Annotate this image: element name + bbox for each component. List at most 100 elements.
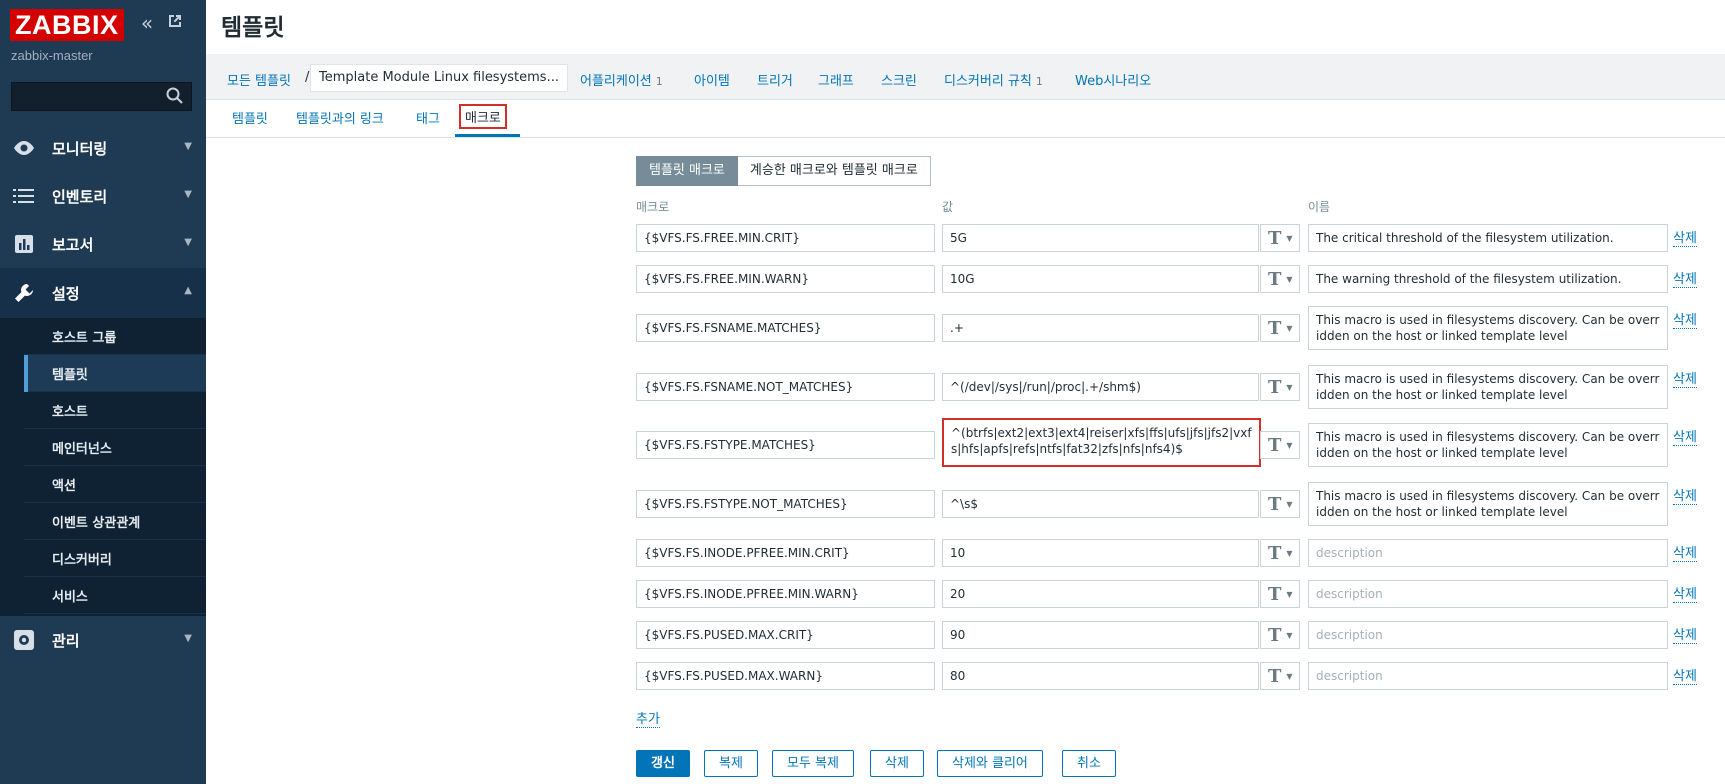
search-icon[interactable] <box>165 86 187 108</box>
remove-macro-link[interactable]: 삭제 <box>1673 542 1697 562</box>
value-type-dropdown[interactable]: T ▼ <box>1260 265 1300 293</box>
macro-description-input[interactable]: description <box>1308 539 1668 567</box>
macro-description-input[interactable]: description <box>1308 662 1668 690</box>
value-type-dropdown[interactable]: T ▼ <box>1260 580 1300 608</box>
macro-value-input[interactable]: 5G <box>942 224 1259 252</box>
chevron-down-icon: ▼ <box>184 633 192 644</box>
macro-name-input[interactable]: {$VFS.FS.FREE.MIN.WARN} <box>636 265 935 293</box>
macro-value-input[interactable]: 80 <box>942 662 1259 690</box>
nav-monitoring[interactable]: 모니터링 ▼ <box>0 124 206 172</box>
nav-reports[interactable]: 보고서 ▼ <box>0 220 206 268</box>
link-screens[interactable]: 스크린 <box>881 70 917 89</box>
remove-macro-link[interactable]: 삭제 <box>1673 485 1697 505</box>
macro-name-input[interactable]: {$VFS.FS.FSTYPE.MATCHES} <box>636 431 935 459</box>
link-discovery-rules[interactable]: 디스커버리 규칙 1 <box>944 70 1043 89</box>
macro-description-input[interactable]: This macro is used in filesystems discov… <box>1308 423 1668 467</box>
macro-value-input[interactable]: 20 <box>942 580 1259 608</box>
remove-macro-link[interactable]: 삭제 <box>1673 368 1697 388</box>
cancel-button[interactable]: 취소 <box>1062 750 1116 777</box>
submenu-maintenance[interactable]: 메인터넌스 <box>24 429 206 466</box>
link-triggers[interactable]: 트리거 <box>757 70 793 89</box>
chevron-down-icon: ▼ <box>184 189 192 200</box>
tab-tags[interactable]: 태그 <box>416 108 440 127</box>
value-type-dropdown[interactable]: T ▼ <box>1260 490 1300 518</box>
remove-macro-link[interactable]: 삭제 <box>1673 665 1697 685</box>
macro-description-input[interactable]: The warning threshold of the filesystem … <box>1308 265 1668 293</box>
collapse-icon[interactable]: « <box>136 12 158 34</box>
macro-value-input[interactable]: .+ <box>942 314 1259 342</box>
nav-label: 인벤토리 <box>52 187 108 206</box>
full-clone-button[interactable]: 모두 복제 <box>772 750 854 777</box>
macro-value-input[interactable]: ^(btrfs|ext2|ext3|ext4|reiser|xfs|ffs|uf… <box>942 418 1261 467</box>
nav-configuration[interactable]: 설정 ▲ <box>0 268 206 318</box>
macro-description-input[interactable]: The critical threshold of the filesystem… <box>1308 224 1668 252</box>
column-header-value: 값 <box>942 200 954 214</box>
macro-name-input[interactable]: {$VFS.FS.FSNAME.MATCHES} <box>636 314 935 342</box>
macro-description-input[interactable]: This macro is used in filesystems discov… <box>1308 482 1668 526</box>
value-type-dropdown[interactable]: T ▼ <box>1260 224 1300 252</box>
tab-macros[interactable]: 매크로 <box>459 104 507 129</box>
chevron-down-icon: ▼ <box>1286 274 1293 284</box>
submenu-event-correlation[interactable]: 이벤트 상관관계 <box>24 503 206 540</box>
kiosk-icon[interactable] <box>164 12 186 34</box>
add-macro-link[interactable]: 추가 <box>636 708 660 728</box>
macro-name-input[interactable]: {$VFS.FS.INODE.PFREE.MIN.WARN} <box>636 580 935 608</box>
macro-description-input[interactable]: description <box>1308 580 1668 608</box>
macro-description-input[interactable]: This macro is used in filesystems discov… <box>1308 365 1668 409</box>
macro-name-input[interactable]: {$VFS.FS.PUSED.MAX.WARN} <box>636 662 935 690</box>
text-type-icon: T <box>1268 227 1282 249</box>
submenu-actions[interactable]: 액션 <box>24 466 206 503</box>
text-type-icon: T <box>1268 376 1282 398</box>
value-type-dropdown[interactable]: T ▼ <box>1260 662 1300 690</box>
breadcrumb-separator: / <box>305 70 310 85</box>
chevron-down-icon: ▼ <box>1286 499 1293 509</box>
delete-button[interactable]: 삭제 <box>870 750 924 777</box>
delete-and-clear-button[interactable]: 삭제와 클리어 <box>937 750 1043 777</box>
search-input[interactable] <box>11 82 192 111</box>
macro-mode-switch: 템플릿 매크로 계승한 매크로와 템플릿 매크로 <box>636 156 931 186</box>
tab-linked-templates[interactable]: 템플릿과의 링크 <box>296 108 384 127</box>
remove-macro-link[interactable]: 삭제 <box>1673 309 1697 329</box>
link-web-scenarios[interactable]: Web시나리오 <box>1075 70 1151 89</box>
submenu-hosts[interactable]: 호스트 <box>24 392 206 429</box>
remove-macro-link[interactable]: 삭제 <box>1673 426 1697 446</box>
value-type-dropdown[interactable]: T ▼ <box>1260 314 1300 342</box>
inherited-macros-button[interactable]: 계승한 매크로와 템플릿 매크로 <box>737 156 931 186</box>
remove-macro-link[interactable]: 삭제 <box>1673 583 1697 603</box>
submenu-host-groups[interactable]: 호스트 그룹 <box>24 318 206 355</box>
macro-name-input[interactable]: {$VFS.FS.INODE.PFREE.MIN.CRIT} <box>636 539 935 567</box>
remove-macro-link[interactable]: 삭제 <box>1673 227 1697 247</box>
update-button[interactable]: 갱신 <box>636 750 690 777</box>
macro-description-input[interactable]: This macro is used in filesystems discov… <box>1308 306 1668 350</box>
link-graphs[interactable]: 그래프 <box>818 70 854 89</box>
macro-value-input[interactable]: 10 <box>942 539 1259 567</box>
nav-inventory[interactable]: 인벤토리 ▼ <box>0 172 206 220</box>
breadcrumb-current-template[interactable]: Template Module Linux filesystems... <box>310 64 568 92</box>
macro-value-input[interactable]: ^\s$ <box>942 490 1259 518</box>
template-macros-button[interactable]: 템플릿 매크로 <box>636 156 738 186</box>
submenu-templates[interactable]: 템플릿 <box>24 355 206 392</box>
value-type-dropdown[interactable]: T ▼ <box>1260 373 1300 401</box>
macro-name-input[interactable]: {$VFS.FS.FSTYPE.NOT_MATCHES} <box>636 490 935 518</box>
tab-template[interactable]: 템플릿 <box>232 108 268 127</box>
macro-value-input[interactable]: 90 <box>942 621 1259 649</box>
link-items[interactable]: 아이템 <box>694 70 730 89</box>
breadcrumb-all-templates[interactable]: 모든 템플릿 <box>227 70 291 89</box>
remove-macro-link[interactable]: 삭제 <box>1673 624 1697 644</box>
macro-description-input[interactable]: description <box>1308 621 1668 649</box>
macro-name-input[interactable]: {$VFS.FS.FREE.MIN.CRIT} <box>636 224 935 252</box>
remove-macro-link[interactable]: 삭제 <box>1673 268 1697 288</box>
macro-name-input[interactable]: {$VFS.FS.FSNAME.NOT_MATCHES} <box>636 373 935 401</box>
value-type-dropdown[interactable]: T ▼ <box>1260 539 1300 567</box>
clone-button[interactable]: 복제 <box>704 750 758 777</box>
macro-value-input[interactable]: 10G <box>942 265 1259 293</box>
zabbix-logo[interactable]: ZABBIX <box>10 9 124 41</box>
value-type-dropdown[interactable]: T ▼ <box>1260 431 1300 459</box>
submenu-discovery[interactable]: 디스커버리 <box>24 540 206 577</box>
macro-name-input[interactable]: {$VFS.FS.PUSED.MAX.CRIT} <box>636 621 935 649</box>
submenu-services[interactable]: 서비스 <box>24 577 206 614</box>
value-type-dropdown[interactable]: T ▼ <box>1260 621 1300 649</box>
link-applications[interactable]: 어플리케이션 1 <box>580 70 663 89</box>
nav-administration[interactable]: 관리 ▼ <box>0 616 206 664</box>
macro-value-input[interactable]: ^(/dev|/sys|/run|/proc|.+/shm$) <box>942 373 1259 401</box>
